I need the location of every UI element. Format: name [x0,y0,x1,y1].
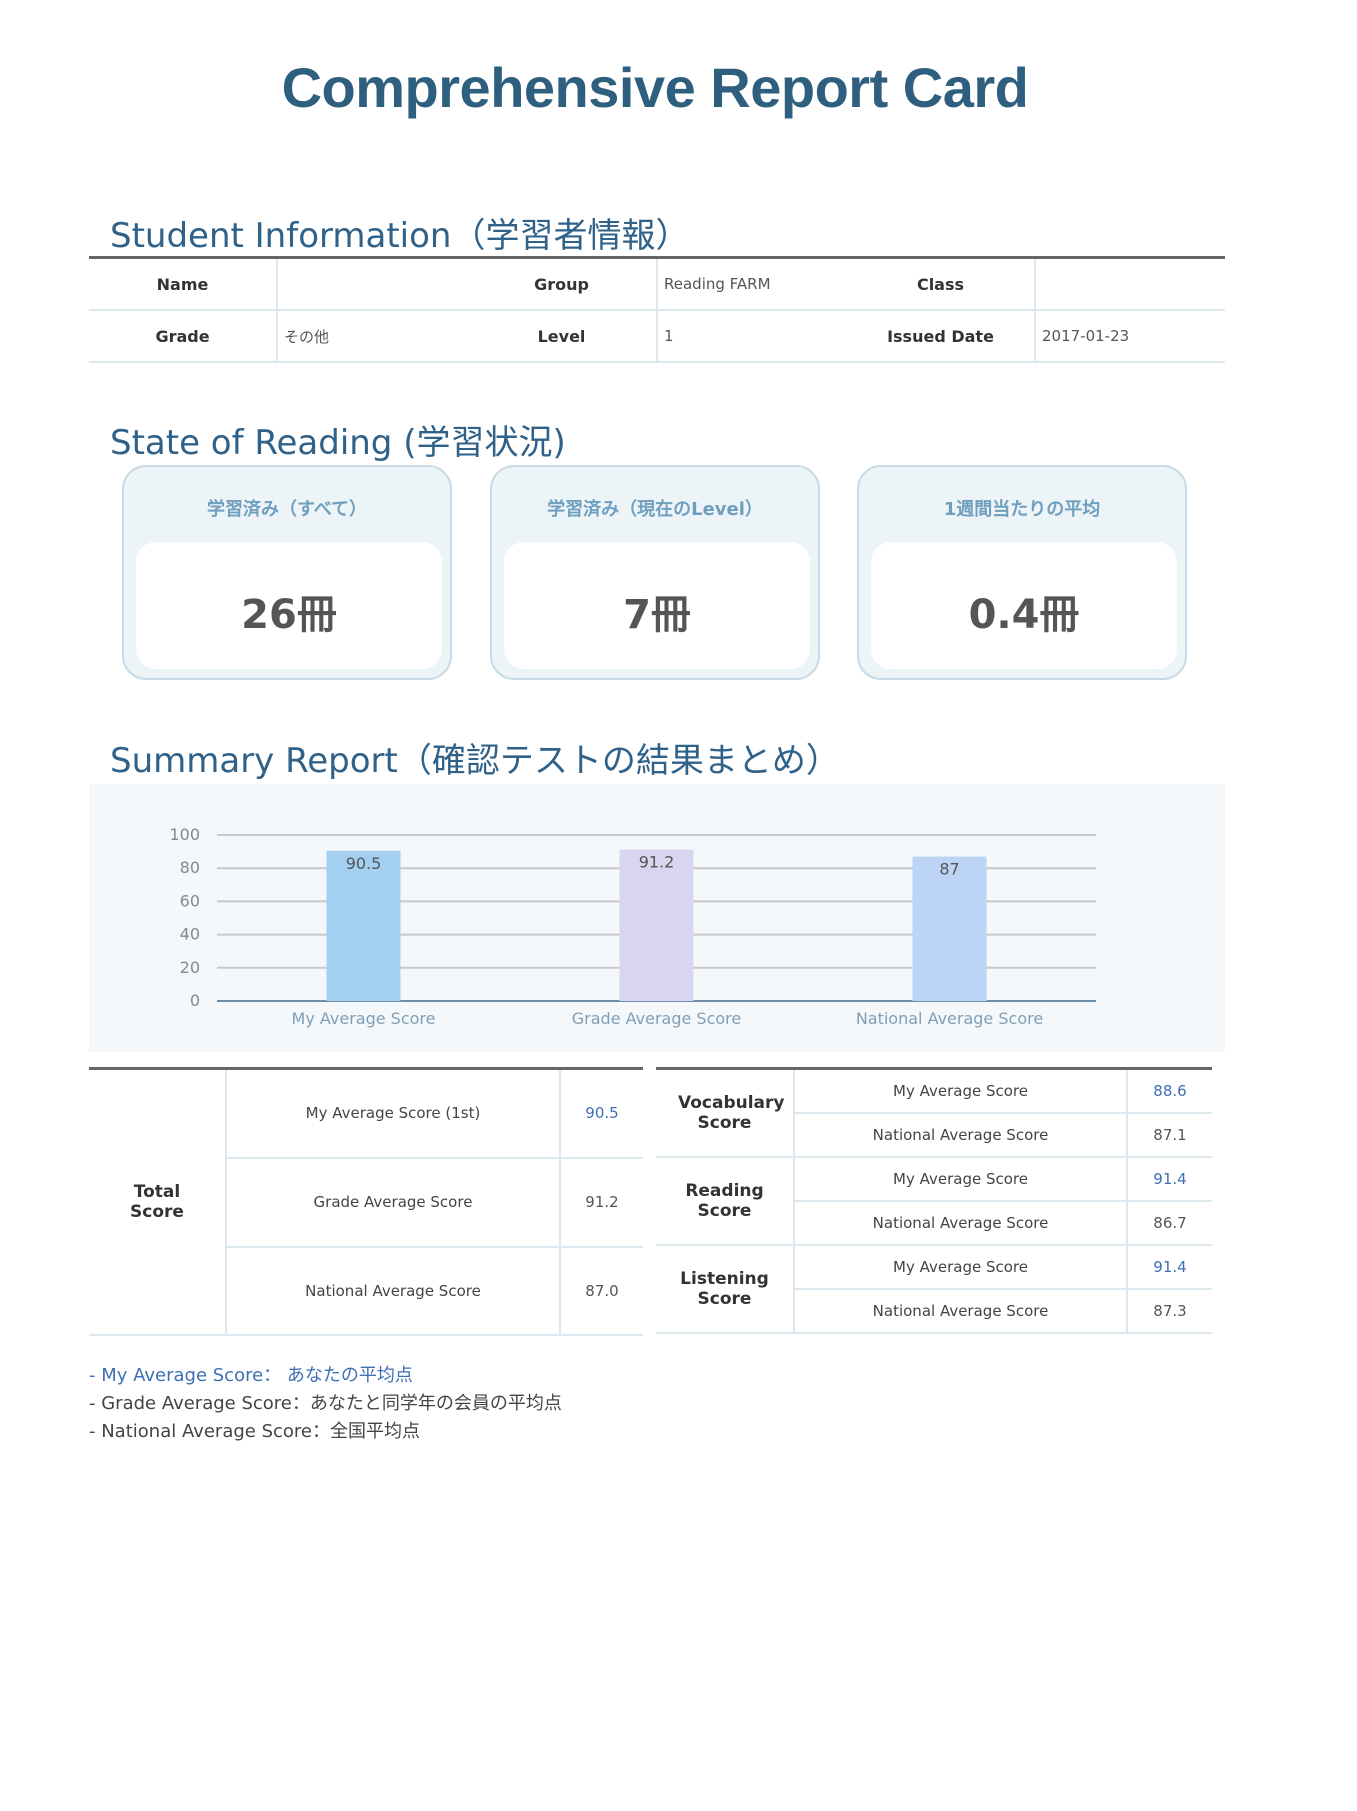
student-info-table: Name Group Reading FARM Class Grade その他 … [89,256,1225,363]
name-value [276,257,467,311]
group-value: Reading FARM [656,257,847,311]
vocabulary-score-label: Vocabulary Score [656,1068,794,1158]
x-tick-label: Grade Average Score [572,1009,741,1028]
card-inner: 26冊 [136,542,442,669]
name-label: Name [89,257,277,311]
x-tick-label: National Average Score [856,1009,1043,1028]
grade-label: Grade [89,310,277,363]
score-name: My Average Score [793,1244,1127,1290]
reading-score-label: Reading Score [656,1156,794,1246]
page-title: Comprehensive Report Card [281,56,1029,119]
score-value: 86.7 [1126,1200,1212,1246]
score-value: 91.2 [559,1157,643,1248]
score-value: 87.1 [1126,1112,1212,1158]
card-inner: 7冊 [504,542,810,669]
card-title: 学習済み（現在のLevel） [547,499,763,520]
bar-chart: 0 20 40 60 80 100 90.5 My Average Score 91.2 Grad… [169,825,1096,1028]
group-label: Group [467,257,657,311]
score-name: Grade Average Score [225,1157,560,1248]
listening-score-label: Listening Score [656,1244,794,1334]
note-national-average: - National Average Score：全国平均点 [89,1421,420,1442]
score-name: National Average Score [225,1246,560,1336]
card-level-learned: 学習済み（現在のLevel） 7冊 [490,465,820,680]
y-tick-label: 100 [169,825,200,844]
summary-chart: 0 20 40 60 80 100 90.5 My Average Score 91.2 Grad… [89,784,1225,1052]
bar-data-label: 91.2 [639,853,675,872]
table-row: Listening Score My Average Score 91.4 [656,1244,1212,1334]
y-tick-label: 0 [190,991,200,1010]
score-name: National Average Score [793,1288,1127,1334]
class-value [1034,257,1225,311]
table-row: Vocabulary Score My Average Score 88.6 [656,1068,1212,1158]
level-value: 1 [656,310,847,363]
card-value: 26冊 [241,592,337,638]
table-row: Name Group Reading FARM Class [89,257,1225,311]
score-value: 87.0 [559,1246,643,1336]
total-score-label: Total Score [89,1068,226,1336]
card-inner: 0.4冊 [871,542,1177,669]
score-value: 90.5 [559,1068,643,1159]
x-tick-label: My Average Score [292,1009,436,1028]
bar [619,849,694,1001]
card-total-learned: 学習済み（すべて） 26冊 [122,465,452,680]
y-tick-label: 40 [180,925,200,944]
level-label: Level [467,310,657,363]
card-value: 7冊 [623,592,691,638]
bar [326,850,401,1001]
card-title: 学習済み（すべて） [206,499,368,520]
total-score-table: Total Score My Average Score (1st) 90.5 … [89,1067,643,1336]
score-name: National Average Score [793,1112,1127,1158]
y-tick-label: 60 [180,891,200,910]
score-value: 87.3 [1126,1288,1212,1334]
score-value: 91.4 [1126,1244,1212,1290]
score-value: 91.4 [1126,1156,1212,1202]
score-name: My Average Score [793,1068,1127,1114]
table-row: Reading Score My Average Score 91.4 [656,1156,1212,1246]
y-tick-label: 80 [180,858,200,877]
score-notes: - My Average Score： あなたの平均点 - Grade Aver… [89,1362,562,1446]
issued-date-value: 2017-01-23 [1034,310,1225,363]
card-weekly-average: 1週間当たりの平均 0.4冊 [857,465,1187,680]
score-value: 88.6 [1126,1068,1212,1114]
issued-date-label: Issued Date [847,310,1035,363]
score-name: My Average Score [793,1156,1127,1202]
score-name: My Average Score (1st) [225,1068,560,1159]
bar-data-label: 90.5 [346,854,382,873]
class-label: Class [847,257,1035,311]
score-name: National Average Score [793,1200,1127,1246]
category-score-table: Vocabulary Score My Average Score 88.6 N… [656,1067,1212,1334]
bar-data-label: 87 [939,860,959,879]
note-my-average: - My Average Score： あなたの平均点 [89,1365,413,1386]
summary-heading: Summary Report（確認テストの結果まとめ） [110,741,840,781]
card-title: 1週間当たりの平均 [943,499,1101,520]
table-row: Total Score My Average Score (1st) 90.5 [89,1068,643,1336]
y-tick-label: 20 [180,958,200,977]
reading-state-heading: State of Reading (学習状況) [110,423,566,463]
card-value: 0.4冊 [968,592,1080,638]
student-info-heading: Student Information（学習者情報） [110,216,690,256]
grade-value: その他 [276,310,467,363]
table-row: Grade その他 Level 1 Issued Date 2017-01-23 [89,310,1225,363]
note-grade-average: - Grade Average Score：あなたと同学年の会員の平均点 [89,1393,562,1414]
